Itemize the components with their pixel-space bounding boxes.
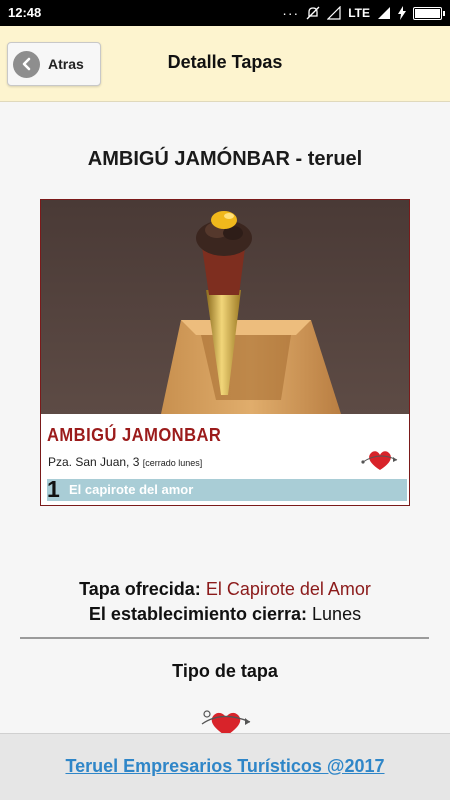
heart-arrow-icon — [361, 451, 398, 470]
closing-day-label: El establecimiento cierra: — [88, 604, 308, 624]
tapa-offered-value: El Capirote del Amor — [205, 579, 371, 599]
status-time: 12:48 — [8, 5, 42, 20]
footer: Teruel Empresarios Turísticos @2017 — [0, 733, 450, 800]
status-icons: ··· LTE — [282, 4, 445, 22]
notification-dots-icon: ··· — [282, 5, 300, 21]
status-bar: 12:48 ··· LTE — [0, 0, 450, 26]
network-type: LTE — [348, 6, 370, 20]
closing-day-value: Lunes — [312, 604, 362, 624]
footer-link[interactable]: Teruel Empresarios Turísticos @2017 — [0, 756, 450, 777]
tapa-offered-line: Tapa ofrecida: El Capirote del Amor — [0, 579, 450, 600]
card-address-street: Pza. San Juan, 3 — [48, 455, 140, 469]
card-address: Pza. San Juan, 3 [cerrado lunes] — [48, 455, 202, 469]
card-tapa-name: El capirote del amor — [69, 482, 194, 497]
card-bar-name: AMBIGÚ JAMONBAR — [47, 425, 222, 445]
tipo-de-tapa-heading: Tipo de tapa — [172, 661, 278, 681]
signal-icon — [327, 6, 341, 20]
tapa-photo — [41, 200, 409, 414]
muted-bell-icon — [306, 6, 320, 20]
divider — [20, 637, 429, 639]
card-tapa-number: 1 — [47, 476, 60, 502]
tapa-offered-label: Tapa ofrecida: — [79, 579, 201, 599]
charging-icon — [398, 6, 406, 20]
battery-icon — [413, 6, 445, 20]
bar-title: AMBIGÚ JAMÓNBAR - teruel — [87, 148, 363, 170]
app-header: Atras Detalle Tapas — [0, 26, 450, 102]
signal-strength-icon — [378, 7, 390, 19]
battery-fill — [415, 8, 440, 18]
closing-day-line: El establecimiento cierra: Lunes — [0, 604, 450, 625]
tapa-image: AMBIGÚ JAMONBAR Pza. San Juan, 3 [cerrad… — [40, 199, 410, 506]
card-closed-note: [cerrado lunes] — [142, 458, 203, 468]
page-title: Detalle Tapas — [167, 52, 283, 72]
